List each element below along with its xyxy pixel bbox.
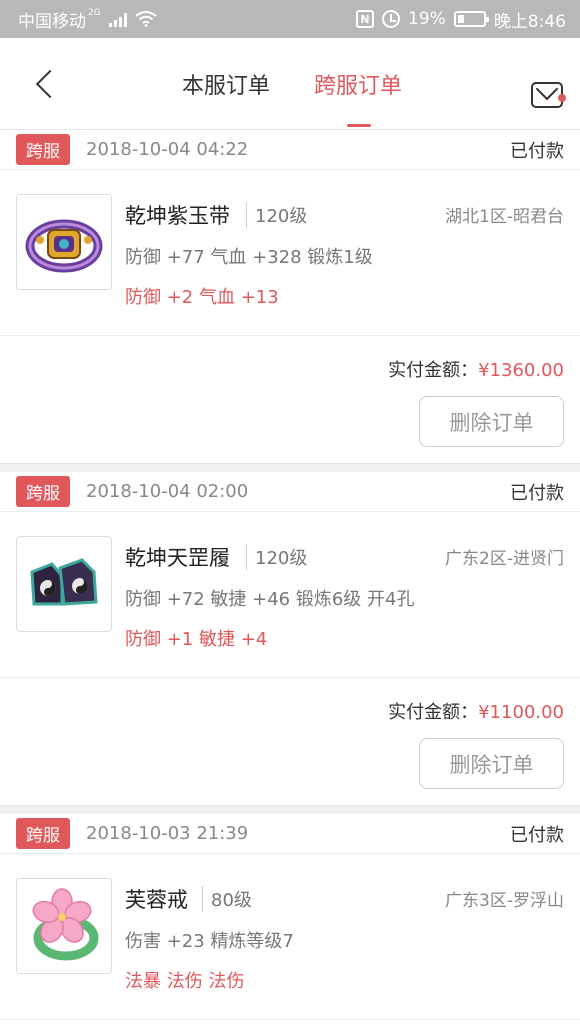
- order-header: 跨服 2018-10-03 21:39 已付款: [0, 814, 580, 854]
- item-thumbnail: [16, 536, 112, 632]
- network-type: 2G: [88, 8, 101, 18]
- tab-cross-orders[interactable]: 跨服订单: [314, 68, 402, 100]
- wifi-icon: [135, 11, 157, 27]
- status-bar: 中国移动 2G N 19% 晚上8:46: [0, 0, 580, 38]
- item-level: 120级: [246, 202, 307, 228]
- order-item[interactable]: 乾坤天罡履 120级 广东2区-进贤门 防御 +72 敏捷 +46 锻炼6级 开…: [0, 512, 580, 678]
- paid-amount-label: 实付金额：: [388, 702, 479, 723]
- divider: [0, 805, 580, 814]
- item-server: 广东2区-进贤门: [445, 549, 564, 569]
- item-name: 芙蓉戒: [125, 888, 188, 912]
- order-item[interactable]: 乾坤紫玉带 120级 湖北1区-昭君台 防御 +77 气血 +328 锻炼1级 …: [0, 170, 580, 336]
- belt-ring-icon: [25, 219, 103, 273]
- order-card: 跨服 2018-10-03 21:39 已付款 芙蓉戒 80级 广东3区-罗浮山…: [0, 814, 580, 1020]
- order-status: 已付款: [510, 140, 564, 162]
- nav-bar: 本服订单 跨服订单: [0, 38, 580, 130]
- paid-amount-label: 实付金额：: [388, 360, 479, 381]
- item-name: 乾坤紫玉带: [125, 204, 230, 228]
- cross-server-tag: 跨服: [16, 818, 70, 849]
- item-name: 乾坤天罡履: [125, 546, 230, 570]
- battery-percent: 19%: [408, 9, 446, 29]
- cross-server-tag: 跨服: [16, 134, 70, 165]
- paid-amount: 实付金额：¥1360.00: [388, 356, 564, 382]
- tab-local-orders[interactable]: 本服订单: [182, 68, 270, 100]
- order-date: 2018-10-04 02:00: [86, 481, 249, 502]
- paid-amount-value: ¥1360.00: [478, 360, 564, 381]
- paid-amount-value: ¥1100.00: [478, 702, 564, 723]
- item-bonus-attributes: 法暴 法伤 法伤: [125, 971, 245, 992]
- item-bonus-attributes: 防御 +1 敏捷 +4: [125, 629, 268, 650]
- nfc-icon: N: [356, 10, 375, 28]
- order-status: 已付款: [510, 482, 564, 504]
- item-base-attributes: 防御 +77 气血 +328 锻炼1级: [125, 247, 373, 268]
- delete-order-button[interactable]: 删除订单: [419, 396, 564, 447]
- cross-server-tag: 跨服: [16, 476, 70, 507]
- battery-icon: [453, 11, 489, 27]
- item-server: 广东3区-罗浮山: [445, 891, 564, 911]
- item-base-attributes: 防御 +72 敏捷 +46 锻炼6级 开4孔: [125, 589, 415, 610]
- unread-dot: [558, 94, 566, 102]
- order-item[interactable]: 芙蓉戒 80级 广东3区-罗浮山 伤害 +23 精炼等级7 法暴 法伤 法伤: [0, 854, 580, 1020]
- signal-icon: [108, 12, 127, 27]
- order-payment: 实付金额：¥1360.00 删除订单: [0, 336, 580, 463]
- back-icon[interactable]: [30, 68, 60, 98]
- paid-amount: 实付金额：¥1100.00: [388, 698, 564, 724]
- order-date: 2018-10-04 04:22: [86, 139, 249, 160]
- order-date: 2018-10-03 21:39: [86, 823, 249, 844]
- clock-time: 晚上8:46: [493, 11, 566, 32]
- order-card: 跨服 2018-10-04 04:22 已付款 乾坤紫玉带 120级 湖北1区-…: [0, 130, 580, 463]
- order-card: 跨服 2018-10-04 02:00 已付款 乾坤天罡履 120级 广东2区-…: [0, 472, 580, 805]
- order-status: 已付款: [510, 824, 564, 846]
- boots-icon: [30, 558, 98, 606]
- order-header: 跨服 2018-10-04 02:00 已付款: [0, 472, 580, 512]
- item-level: 120级: [246, 544, 307, 570]
- delete-order-button[interactable]: 删除订单: [419, 738, 564, 789]
- item-base-attributes: 伤害 +23 精炼等级7: [125, 931, 294, 952]
- item-server: 湖北1区-昭君台: [445, 207, 564, 227]
- item-thumbnail: [16, 878, 112, 974]
- divider: [0, 463, 580, 472]
- order-header: 跨服 2018-10-04 04:22 已付款: [0, 130, 580, 170]
- order-list: 跨服 2018-10-04 04:22 已付款 乾坤紫玉带 120级 湖北1区-…: [0, 130, 580, 1020]
- alarm-icon: [382, 10, 401, 28]
- carrier-name: 中国移动: [18, 11, 86, 32]
- order-payment: 实付金额：¥1100.00 删除订单: [0, 678, 580, 805]
- flower-ring-icon: [32, 888, 99, 961]
- item-level: 80级: [202, 886, 252, 912]
- item-thumbnail: [16, 194, 112, 290]
- tab-active-indicator: [347, 124, 371, 127]
- item-bonus-attributes: 防御 +2 气血 +13: [125, 287, 279, 308]
